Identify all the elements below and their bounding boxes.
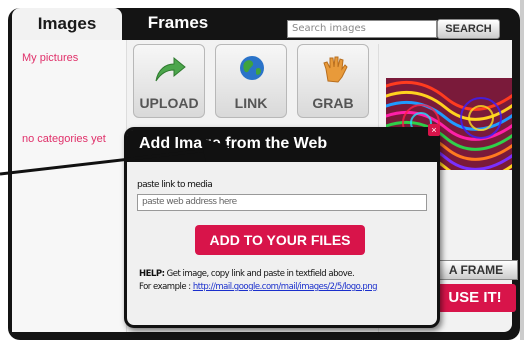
search-button[interactable]: SEARCH [437, 19, 500, 39]
sidebar-item-my-pictures[interactable]: My pictures [22, 52, 78, 64]
scrollbar[interactable] [520, 0, 524, 340]
add-to-files-button[interactable]: ADD TO YOUR FILES [195, 225, 365, 255]
tab-frames[interactable]: Frames [123, 6, 233, 40]
example-label: For example : [139, 282, 191, 292]
url-input[interactable]: paste web address here [137, 194, 427, 211]
upload-button[interactable]: UPLOAD [133, 44, 205, 118]
help-label: HELP: [139, 269, 165, 279]
tool-bar: UPLOAD LINK GRAB [130, 44, 378, 122]
help-text: HELP: Get image, copy link and paste in … [139, 268, 429, 294]
link-label: LINK [234, 95, 268, 111]
grab-label: GRAB [312, 95, 354, 111]
help-body: Get image, copy link and paste in textfi… [166, 269, 355, 279]
tab-images[interactable]: Images [12, 8, 122, 40]
hand-icon [323, 56, 348, 83]
search-input[interactable]: Search images [287, 20, 437, 38]
green-arrow-icon [155, 56, 186, 82]
use-it-button[interactable]: USE IT! [434, 284, 516, 312]
add-frame-button[interactable]: A FRAME [434, 260, 518, 280]
pointer-arrow-icon [0, 138, 230, 176]
example-link[interactable]: http://mail.google.com/mail/images/2/5/l… [193, 282, 378, 292]
upload-label: UPLOAD [139, 95, 199, 111]
globe-icon [240, 56, 264, 80]
close-icon[interactable]: × [428, 124, 440, 136]
link-button[interactable]: LINK [215, 44, 287, 118]
grab-button[interactable]: GRAB [297, 44, 369, 118]
